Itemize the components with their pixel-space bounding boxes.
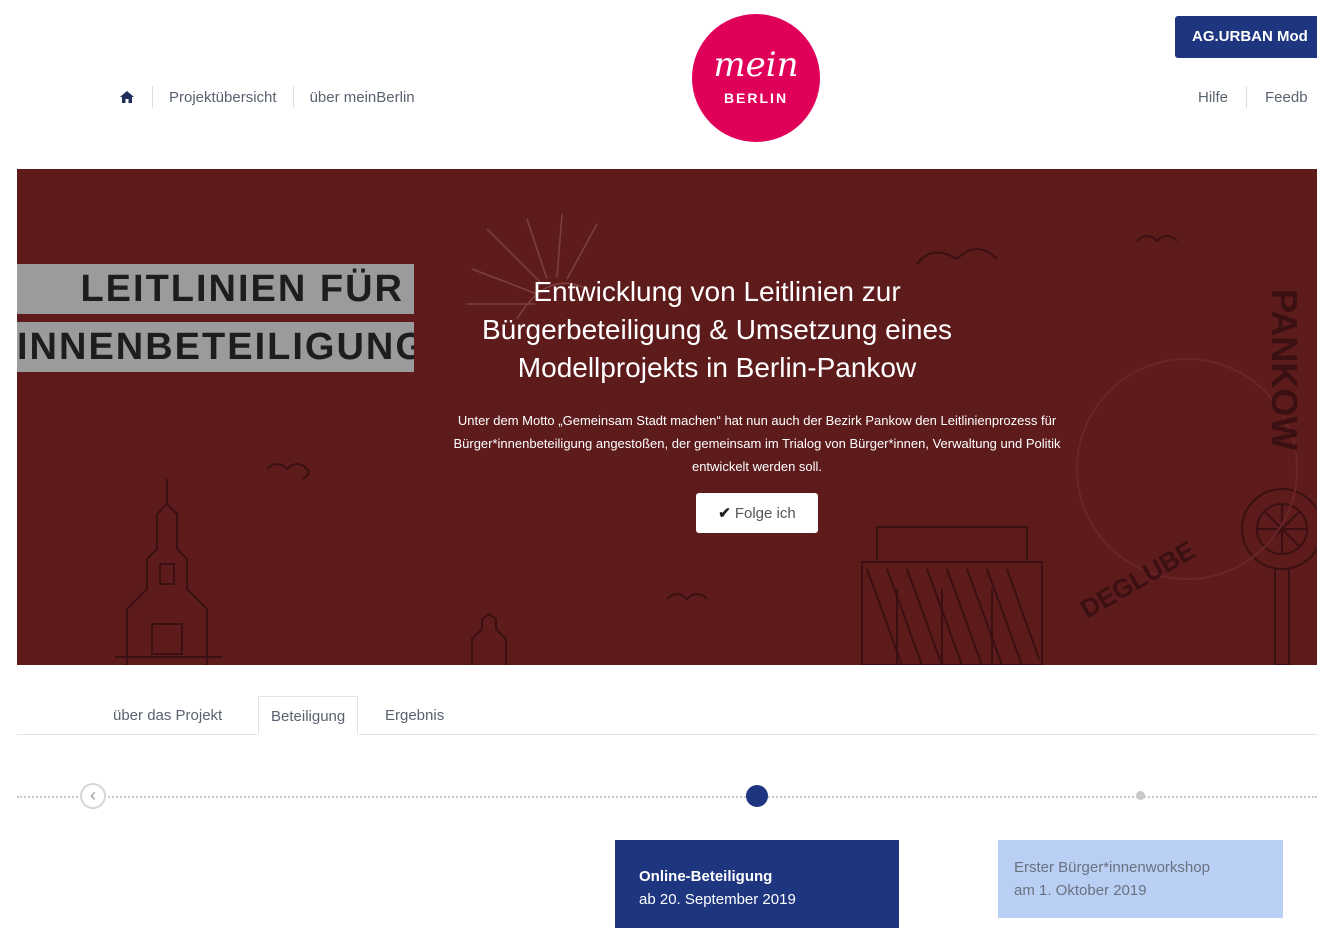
art-text-pankow: PANKOW bbox=[1264, 289, 1305, 450]
follow-button[interactable]: ✔ Folge ich bbox=[696, 493, 818, 533]
project-tabs: über das Projekt Beteiligung Ergebnis bbox=[17, 696, 1317, 735]
nav-link-feedback[interactable]: Feedb bbox=[1265, 89, 1308, 106]
nav-link-hilfe[interactable]: Hilfe bbox=[1198, 89, 1228, 106]
project-description: Unter dem Motto „Gemeinsam Stadt machen“… bbox=[453, 413, 1061, 474]
phase-title: Erster Bürger*innenworkshop bbox=[1014, 859, 1210, 876]
chevron-left-icon: ‹ bbox=[90, 785, 96, 805]
meinberlin-logo[interactable]: mein BERLIN bbox=[692, 14, 820, 142]
tab-ueber-das-projekt[interactable]: über das Projekt bbox=[101, 696, 234, 734]
hero-banner-line-2: INNENBETEILIGUNG bbox=[17, 322, 414, 372]
tab-ergebnis[interactable]: Ergebnis bbox=[373, 696, 456, 734]
organisation-button[interactable]: AG.URBAN Mod bbox=[1175, 16, 1317, 58]
hero-banner-line-1: LEITLINIEN FÜR bbox=[17, 264, 414, 314]
secondary-nav: Hilfe Feedb bbox=[1198, 86, 1308, 108]
timeline-dot-active[interactable] bbox=[746, 785, 768, 807]
logo-word-text: BERLIN bbox=[723, 90, 789, 106]
nav-divider bbox=[1246, 86, 1248, 108]
nav-link-ueber-meinberlin[interactable]: über meinBerlin bbox=[310, 89, 415, 106]
checkmark-icon: ✔ bbox=[718, 505, 731, 522]
nav-link-projektuebersicht[interactable]: Projektübersicht bbox=[169, 89, 277, 106]
phase-card-workshop[interactable]: Erster Bürger*innenworkshop am 1. Oktobe… bbox=[998, 840, 1283, 918]
home-icon[interactable] bbox=[118, 88, 136, 106]
phase-card-online-beteiligung[interactable]: Online-Beteiligung ab 20. September 2019 bbox=[615, 840, 899, 928]
nav-divider bbox=[152, 86, 153, 108]
nav-divider bbox=[292, 86, 294, 108]
main-nav: Projektübersicht über meinBerlin bbox=[118, 86, 415, 108]
timeline-prev-button[interactable]: ‹ bbox=[80, 783, 106, 809]
follow-button-label: Folge ich bbox=[734, 504, 796, 522]
phase-date: ab 20. September 2019 bbox=[639, 891, 796, 908]
timeline-track bbox=[17, 796, 1317, 798]
phase-title: Online-Beteiligung bbox=[639, 868, 773, 885]
phase-date: am 1. Oktober 2019 bbox=[1014, 882, 1147, 899]
logo-script-text: mein bbox=[713, 45, 799, 85]
project-title: Entwicklung von Leitlinien zur Bürgerbet… bbox=[481, 276, 953, 383]
hero-banner: PANKOW DEGLUBE LEITLINIEN FÜR INNENBETEI… bbox=[17, 169, 1317, 665]
timeline-dot[interactable] bbox=[1136, 791, 1145, 800]
tab-beteiligung[interactable]: Beteiligung bbox=[258, 696, 359, 735]
